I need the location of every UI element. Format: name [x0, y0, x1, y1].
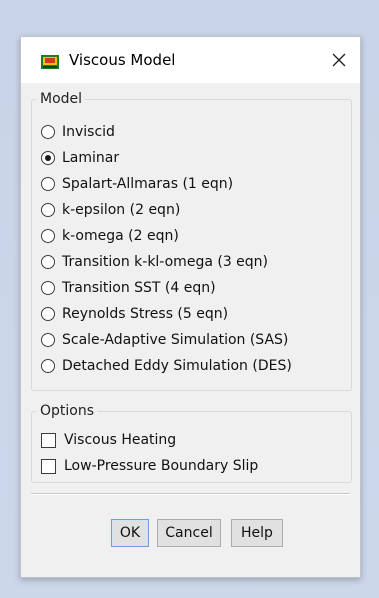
desktop-background: Viscous Model Model Inviscid Laminar Spa…: [0, 0, 379, 598]
radio-label: Spalart-Allmaras (1 eqn): [62, 176, 234, 192]
checkbox[interactable]: [41, 432, 56, 448]
radio-label: Detached Eddy Simulation (DES): [62, 358, 292, 374]
radio-label: Laminar: [62, 150, 120, 166]
radio-button[interactable]: [41, 281, 55, 295]
checkbox-label: Viscous Heating: [64, 432, 177, 448]
checkbox-viscous-heating[interactable]: Viscous Heating: [41, 429, 176, 451]
radio-label: k-omega (2 eqn): [62, 228, 179, 244]
radio-button[interactable]: [41, 307, 55, 321]
help-button[interactable]: Help: [231, 519, 283, 547]
radio-button[interactable]: [41, 203, 55, 217]
close-icon[interactable]: [328, 49, 350, 71]
dialog-titlebar[interactable]: Viscous Model: [21, 37, 360, 83]
radio-label: k-epsilon (2 eqn): [62, 202, 181, 218]
radio-button[interactable]: [41, 125, 55, 139]
radio-button[interactable]: [41, 333, 55, 347]
radio-button[interactable]: [41, 177, 55, 191]
checkbox-low-pressure-boundary-slip[interactable]: Low-Pressure Boundary Slip: [41, 455, 258, 477]
radio-label: Scale-Adaptive Simulation (SAS): [62, 332, 289, 348]
options-group-label: Options: [37, 402, 98, 420]
fluent-app-icon: [41, 54, 59, 69]
radio-label: Reynolds Stress (5 eqn): [62, 306, 229, 322]
radio-button[interactable]: [41, 359, 55, 373]
button-divider: [31, 493, 350, 495]
radio-label: Transition k-kl-omega (3 eqn): [62, 254, 269, 270]
radio-transition-k-kl-omega[interactable]: Transition k-kl-omega (3 eqn): [41, 251, 268, 273]
radio-spalart-allmaras[interactable]: Spalart-Allmaras (1 eqn): [41, 173, 233, 195]
radio-des[interactable]: Detached Eddy Simulation (DES): [41, 355, 292, 377]
radio-button-selected[interactable]: [41, 151, 55, 165]
radio-transition-sst[interactable]: Transition SST (4 eqn): [41, 277, 216, 299]
radio-inviscid[interactable]: Inviscid: [41, 121, 115, 143]
viscous-model-dialog: Viscous Model Model Inviscid Laminar Spa…: [20, 36, 361, 578]
ok-button[interactable]: OK: [111, 519, 149, 547]
model-group-label: Model: [37, 90, 86, 108]
cancel-button[interactable]: Cancel: [157, 519, 221, 547]
radio-label: Inviscid: [62, 124, 115, 140]
radio-k-omega[interactable]: k-omega (2 eqn): [41, 225, 179, 247]
radio-sas[interactable]: Scale-Adaptive Simulation (SAS): [41, 329, 288, 351]
radio-reynolds-stress[interactable]: Reynolds Stress (5 eqn): [41, 303, 228, 325]
radio-k-epsilon[interactable]: k-epsilon (2 eqn): [41, 199, 180, 221]
radio-laminar[interactable]: Laminar: [41, 147, 119, 169]
radio-label: Transition SST (4 eqn): [62, 280, 216, 296]
checkbox[interactable]: [41, 458, 56, 474]
checkbox-label: Low-Pressure Boundary Slip: [64, 458, 259, 474]
dialog-title: Viscous Model: [69, 51, 176, 69]
radio-button[interactable]: [41, 255, 55, 269]
radio-button[interactable]: [41, 229, 55, 243]
